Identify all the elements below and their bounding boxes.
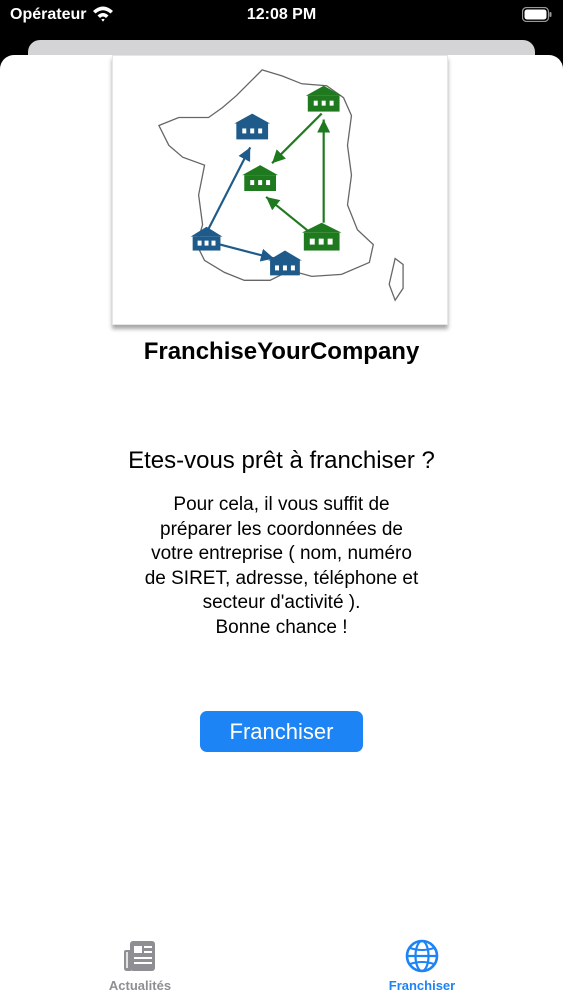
franchise-question: Etes-vous prêt à franchiser ? xyxy=(128,447,435,474)
house-icon-blue-west xyxy=(190,226,223,251)
tab-bar: Actualités Franchiser xyxy=(0,930,563,1000)
instructions-line: secteur d'activité ). xyxy=(202,592,361,613)
instructions-line: de SIRET, adresse, téléphone et xyxy=(144,567,419,589)
instructions-line: votre entreprise ( nom, numéro xyxy=(151,543,412,564)
tab-actualites[interactable]: Actualités xyxy=(70,938,210,993)
company-title: FranchiseYourCompany xyxy=(143,338,420,365)
modal-sheet: FranchiseYourCompany Etes-vous prêt à fr… xyxy=(0,55,563,1000)
globe-icon xyxy=(405,939,439,973)
house-icon-green-top xyxy=(305,85,342,112)
clock: 12:08 PM xyxy=(246,6,317,23)
instructions-line: Bonne chance ! xyxy=(215,616,348,638)
house-icon-blue-south xyxy=(268,250,302,276)
house-icon-green-southeast xyxy=(301,222,342,251)
house-icon-green-center xyxy=(242,165,279,191)
instructions-line: préparer les coordonnées de xyxy=(160,518,403,540)
house-icon-blue-north xyxy=(234,113,271,140)
newspaper-icon xyxy=(124,941,155,971)
tab-franchiser[interactable]: Franchiser xyxy=(352,938,492,993)
tab-label: Franchiser xyxy=(388,978,456,993)
instructions-line: Pour cela, il vous suffit de xyxy=(173,494,390,515)
corsica-outline xyxy=(388,257,404,302)
status-bar: Opérateur 12:08 PM xyxy=(0,0,563,32)
tab-label: Actualités xyxy=(108,978,172,993)
franchiser-button[interactable]: Franchiser xyxy=(200,711,363,752)
france-map-illustration xyxy=(158,69,404,302)
instructions-text: Pour cela, il vous suffit de préparer le… xyxy=(110,493,453,640)
battery-icon xyxy=(522,7,552,22)
franchise-map-image xyxy=(112,55,448,325)
